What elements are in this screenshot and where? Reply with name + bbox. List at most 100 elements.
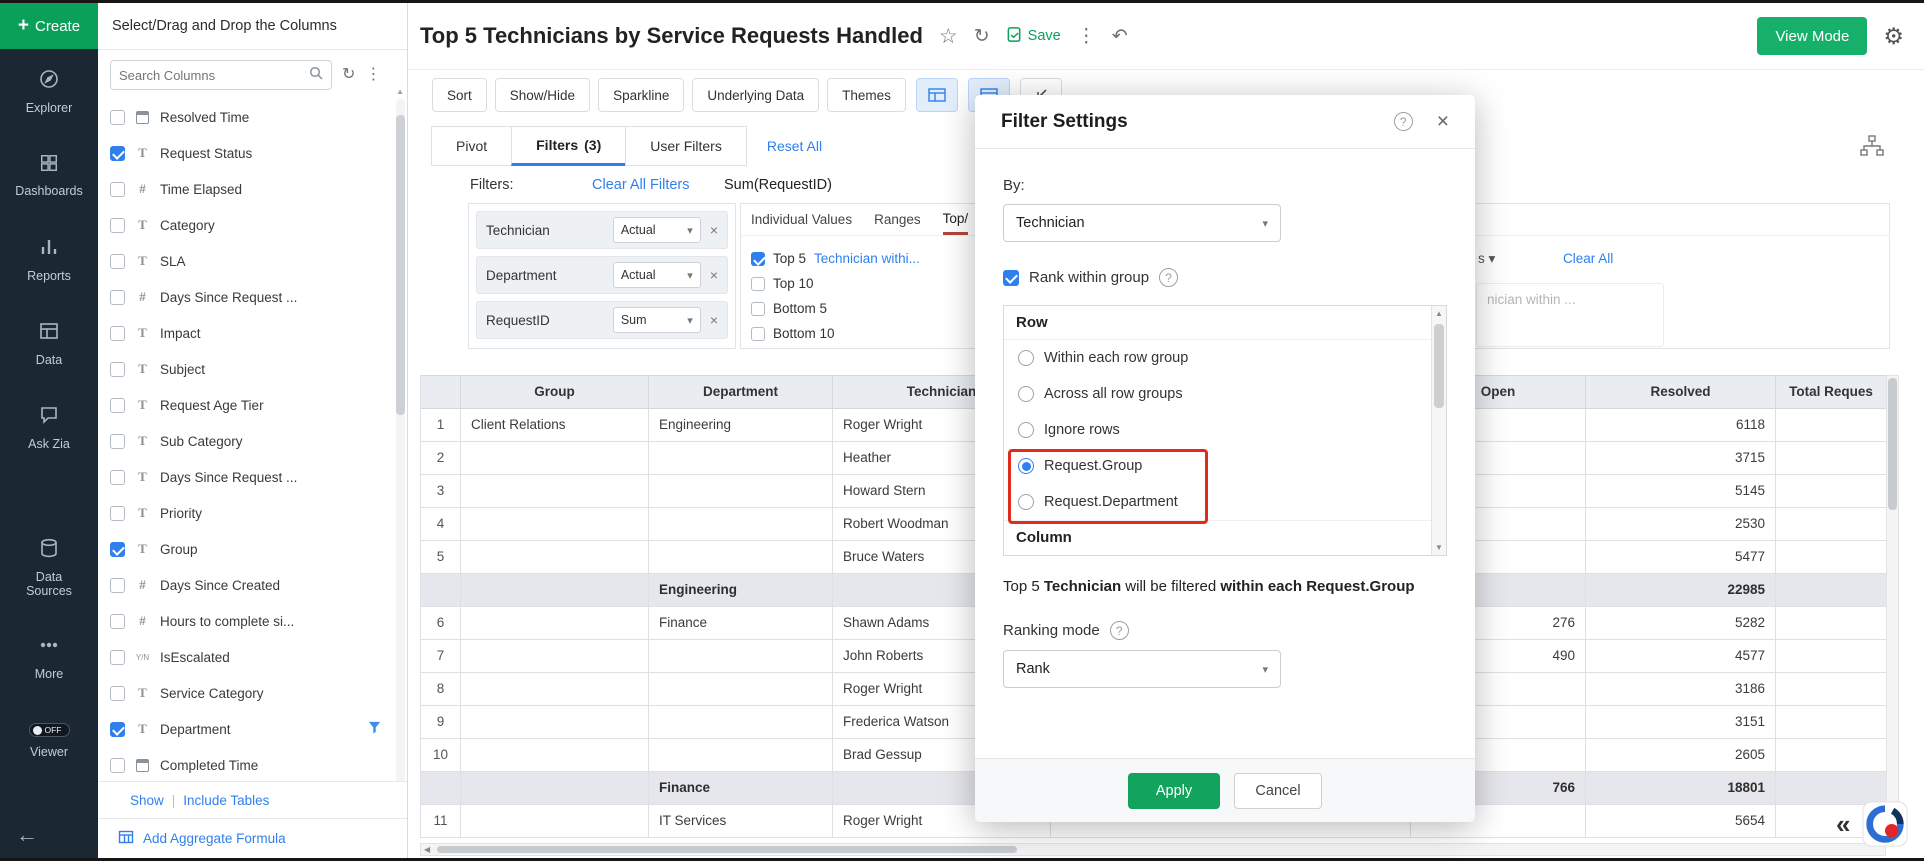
search-columns-box[interactable]	[110, 60, 332, 90]
clear-all-link[interactable]: Clear All	[1563, 251, 1613, 266]
help-icon[interactable]: ?	[1159, 268, 1178, 287]
hierarchy-icon[interactable]	[1860, 135, 1884, 162]
column-item[interactable]: TImpact	[98, 315, 394, 351]
checkbox-unchecked-icon[interactable]	[751, 277, 765, 291]
column-item[interactable]: TCategory	[98, 207, 394, 243]
sidebar-item-more[interactable]: More	[0, 615, 98, 699]
checkbox-unchecked-icon[interactable]	[110, 326, 125, 341]
radio-ignore-rows[interactable]: Ignore rows	[1004, 412, 1446, 448]
add-aggregate-formula-button[interactable]: Add Aggregate Formula	[98, 818, 407, 858]
radio-unselected-icon[interactable]	[1018, 422, 1034, 438]
filter-funnel-icon[interactable]	[367, 720, 382, 738]
remove-filter-icon[interactable]: ×	[710, 267, 718, 283]
subtab-top-bottom[interactable]: Top/	[943, 204, 969, 235]
collapse-sidebar-icon[interactable]: ←	[16, 822, 38, 848]
viewer-off-toggle[interactable]: OFF	[29, 723, 70, 737]
radio-request-group[interactable]: Request.Group	[1004, 448, 1446, 484]
radio-within-each-row-group[interactable]: Within each row group	[1004, 340, 1446, 376]
column-item[interactable]: TService Category	[98, 675, 394, 711]
checkbox-unchecked-icon[interactable]	[110, 578, 125, 593]
option-bottom-10[interactable]: Bottom 10	[751, 321, 920, 346]
radio-across-all-row-groups[interactable]: Across all row groups	[1004, 376, 1446, 412]
column-item[interactable]: TDays Since Request ...	[98, 459, 394, 495]
themes-button[interactable]: Themes	[827, 78, 906, 112]
reset-all-link[interactable]: Reset All	[767, 138, 822, 154]
filter-chip-requestid[interactable]: RequestID Sum▾ ×	[476, 301, 728, 339]
search-input[interactable]	[119, 68, 309, 83]
show-link[interactable]: Show	[130, 793, 164, 808]
option-top-10[interactable]: Top 10	[751, 271, 920, 296]
checkbox-unchecked-icon[interactable]	[110, 650, 125, 665]
chip-mode-select[interactable]: Sum▾	[613, 307, 701, 333]
checkbox-unchecked-icon[interactable]	[110, 290, 125, 305]
help-icon[interactable]: ?	[1394, 112, 1413, 131]
checkbox-checked-icon[interactable]	[110, 722, 125, 737]
column-item[interactable]: TPriority	[98, 495, 394, 531]
refresh-columns-icon[interactable]: ↻	[342, 67, 355, 83]
checkbox-unchecked-icon[interactable]	[110, 470, 125, 485]
columns-scrollbar-thumb[interactable]	[396, 115, 405, 415]
subtab-individual-values[interactable]: Individual Values	[751, 204, 852, 235]
clear-all-filters-link[interactable]: Clear All Filters	[592, 177, 690, 193]
column-item[interactable]: #Days Since Created	[98, 567, 394, 603]
sidebar-item-explorer[interactable]: Explorer	[0, 49, 98, 133]
subtab-ranges[interactable]: Ranges	[874, 204, 921, 235]
scrollbar-thumb[interactable]	[437, 846, 1017, 853]
create-button[interactable]: + Create	[0, 3, 98, 49]
sidebar-item-ask-zia[interactable]: Ask Zia	[0, 385, 98, 469]
column-item[interactable]: Completed Time	[98, 747, 394, 783]
sidebar-item-viewer[interactable]: OFF Viewer	[0, 699, 98, 783]
scroll-down-icon[interactable]: ▼	[1432, 543, 1446, 552]
help-icon[interactable]: ?	[1110, 621, 1129, 640]
remove-filter-icon[interactable]: ×	[710, 222, 718, 238]
show-hide-button[interactable]: Show/Hide	[495, 78, 590, 112]
checkbox-unchecked-icon[interactable]	[110, 758, 125, 773]
checkbox-checked-icon[interactable]	[110, 542, 125, 557]
checkbox-unchecked-icon[interactable]	[110, 182, 125, 197]
layout-compact-icon[interactable]	[916, 78, 958, 112]
sort-button[interactable]: Sort	[432, 78, 487, 112]
radio-unselected-icon[interactable]	[1018, 350, 1034, 366]
sidebar-item-data-sources[interactable]: Data Sources	[0, 519, 98, 615]
settings-gear-icon[interactable]: ⚙	[1883, 23, 1904, 50]
listbox-scrollbar[interactable]: ▲ ▼	[1431, 306, 1446, 555]
scroll-up-icon[interactable]: ▲	[1432, 309, 1446, 318]
chip-mode-select[interactable]: Actual▾	[613, 217, 701, 243]
radio-unselected-icon[interactable]	[1018, 386, 1034, 402]
checkbox-unchecked-icon[interactable]	[110, 398, 125, 413]
apply-button[interactable]: Apply	[1128, 773, 1220, 809]
save-button[interactable]: Save	[1006, 26, 1061, 47]
option-top-5[interactable]: Top 5Technician withi...	[751, 246, 920, 271]
column-item[interactable]: #Hours to complete si...	[98, 603, 394, 639]
option-bottom-5[interactable]: Bottom 5	[751, 296, 920, 321]
column-item[interactable]: #Days Since Request ...	[98, 279, 394, 315]
underlying-data-button[interactable]: Underlying Data	[692, 78, 819, 112]
cancel-button[interactable]: Cancel	[1234, 773, 1322, 809]
checkbox-unchecked-icon[interactable]	[110, 434, 125, 449]
title-kebab-icon[interactable]: ⋮	[1077, 27, 1096, 46]
checkbox-unchecked-icon[interactable]	[110, 110, 125, 125]
column-item[interactable]: TSubject	[98, 351, 394, 387]
column-item[interactable]: TSub Category	[98, 423, 394, 459]
close-icon[interactable]: ×	[1437, 110, 1449, 134]
filter-chip-technician[interactable]: Technician Actual▾ ×	[476, 211, 728, 249]
checkbox-unchecked-icon[interactable]	[110, 362, 125, 377]
columns-kebab-icon[interactable]: ⋮	[365, 67, 381, 83]
view-mode-button[interactable]: View Mode	[1757, 17, 1867, 55]
analytics-brand-logo[interactable]	[1862, 801, 1908, 852]
checkbox-unchecked-icon[interactable]	[110, 218, 125, 233]
checkbox-checked-icon[interactable]	[751, 252, 765, 266]
table-horizontal-scrollbar[interactable]: ◀	[420, 843, 1886, 856]
checkbox-unchecked-icon[interactable]	[751, 327, 765, 341]
table-vertical-scrollbar[interactable]	[1886, 375, 1899, 837]
column-item[interactable]: Resolved Time	[98, 99, 394, 135]
checkbox-unchecked-icon[interactable]	[110, 254, 125, 269]
scrollbar-thumb[interactable]	[1434, 324, 1444, 408]
collapse-right-panel-icon[interactable]: «	[1836, 809, 1850, 840]
column-item[interactable]: TSLA	[98, 243, 394, 279]
tab-filters[interactable]: Filters(3)	[511, 126, 626, 166]
checkbox-unchecked-icon[interactable]	[751, 302, 765, 316]
undo-icon[interactable]: ↶	[1112, 27, 1128, 46]
by-select[interactable]: Technician ▾	[1003, 204, 1281, 242]
sidebar-item-dashboards[interactable]: Dashboards	[0, 133, 98, 217]
